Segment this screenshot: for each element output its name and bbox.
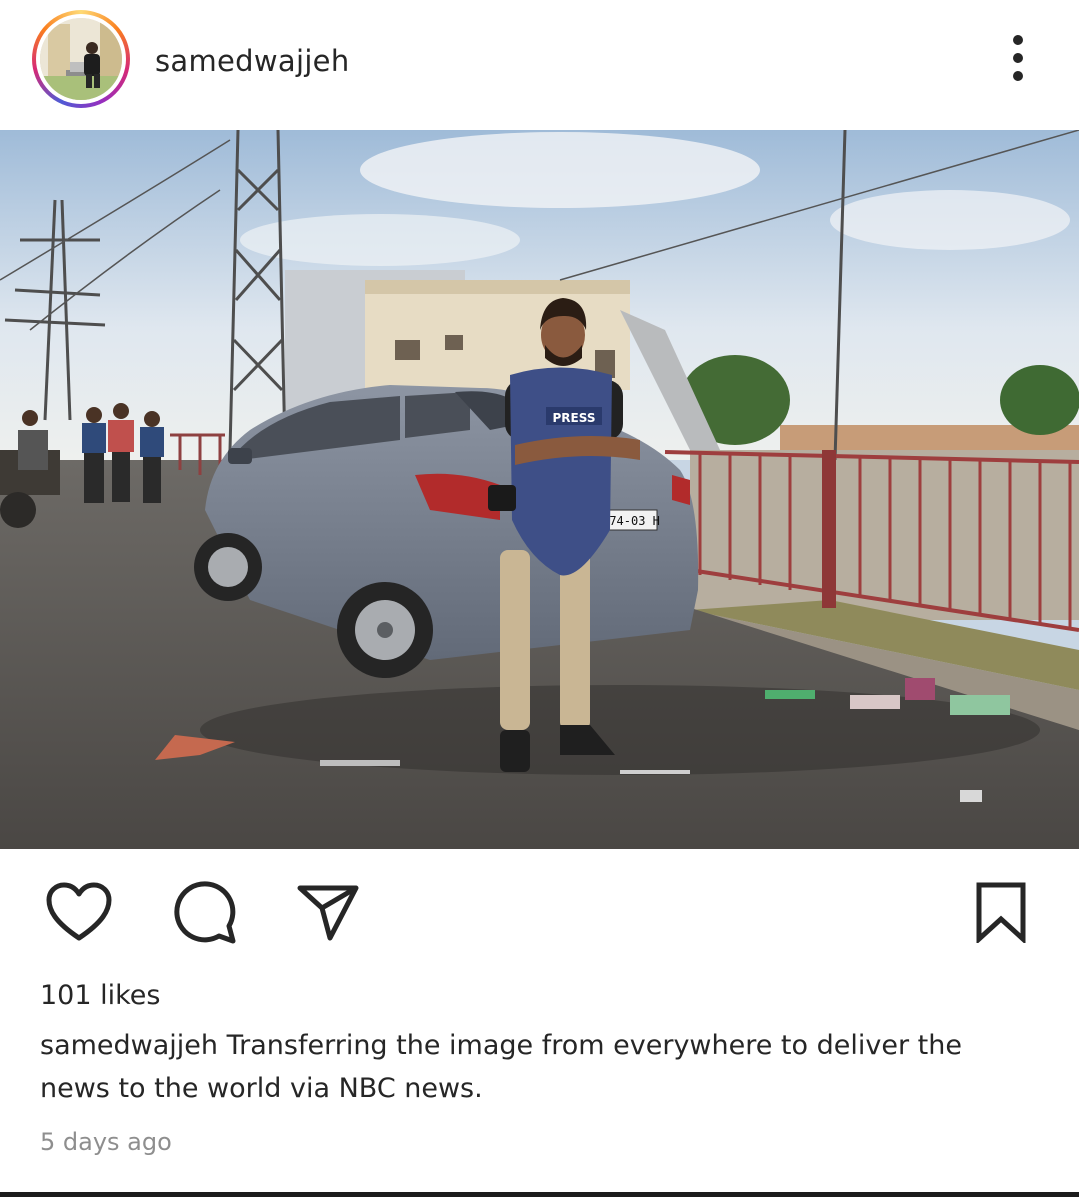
avatar[interactable] bbox=[40, 18, 122, 100]
post-photo[interactable]: 374-03 H PRESS bbox=[0, 130, 1079, 849]
press-vest-label: PRESS bbox=[553, 411, 596, 425]
instagram-post: samedwajjeh 374-03 H PRESS 101 likes sam… bbox=[0, 0, 1079, 1197]
save-button[interactable] bbox=[966, 876, 1036, 948]
caption-username[interactable]: samedwajjeh bbox=[40, 1030, 218, 1061]
bookmark-icon bbox=[976, 882, 1026, 943]
divider bbox=[0, 1192, 1079, 1197]
more-vertical-icon bbox=[1013, 35, 1023, 81]
story-ring[interactable] bbox=[32, 10, 130, 108]
comment-button[interactable] bbox=[166, 876, 242, 948]
license-plate: 374-03 H bbox=[602, 514, 660, 528]
share-button[interactable] bbox=[290, 876, 366, 948]
post-username[interactable]: samedwajjeh bbox=[155, 44, 350, 78]
more-options-button[interactable] bbox=[1000, 30, 1036, 86]
paper-plane-icon bbox=[297, 885, 359, 941]
post-timestamp: 5 days ago bbox=[40, 1128, 172, 1156]
comment-bubble-icon bbox=[174, 881, 236, 944]
post-caption: samedwajjeh Transferring the image from … bbox=[40, 1024, 1030, 1110]
likes-count[interactable]: 101 likes bbox=[40, 980, 160, 1011]
post-action-bar bbox=[0, 868, 1079, 960]
post-header: samedwajjeh bbox=[0, 0, 1079, 128]
heart-icon bbox=[46, 882, 112, 941]
like-button[interactable] bbox=[40, 876, 118, 948]
